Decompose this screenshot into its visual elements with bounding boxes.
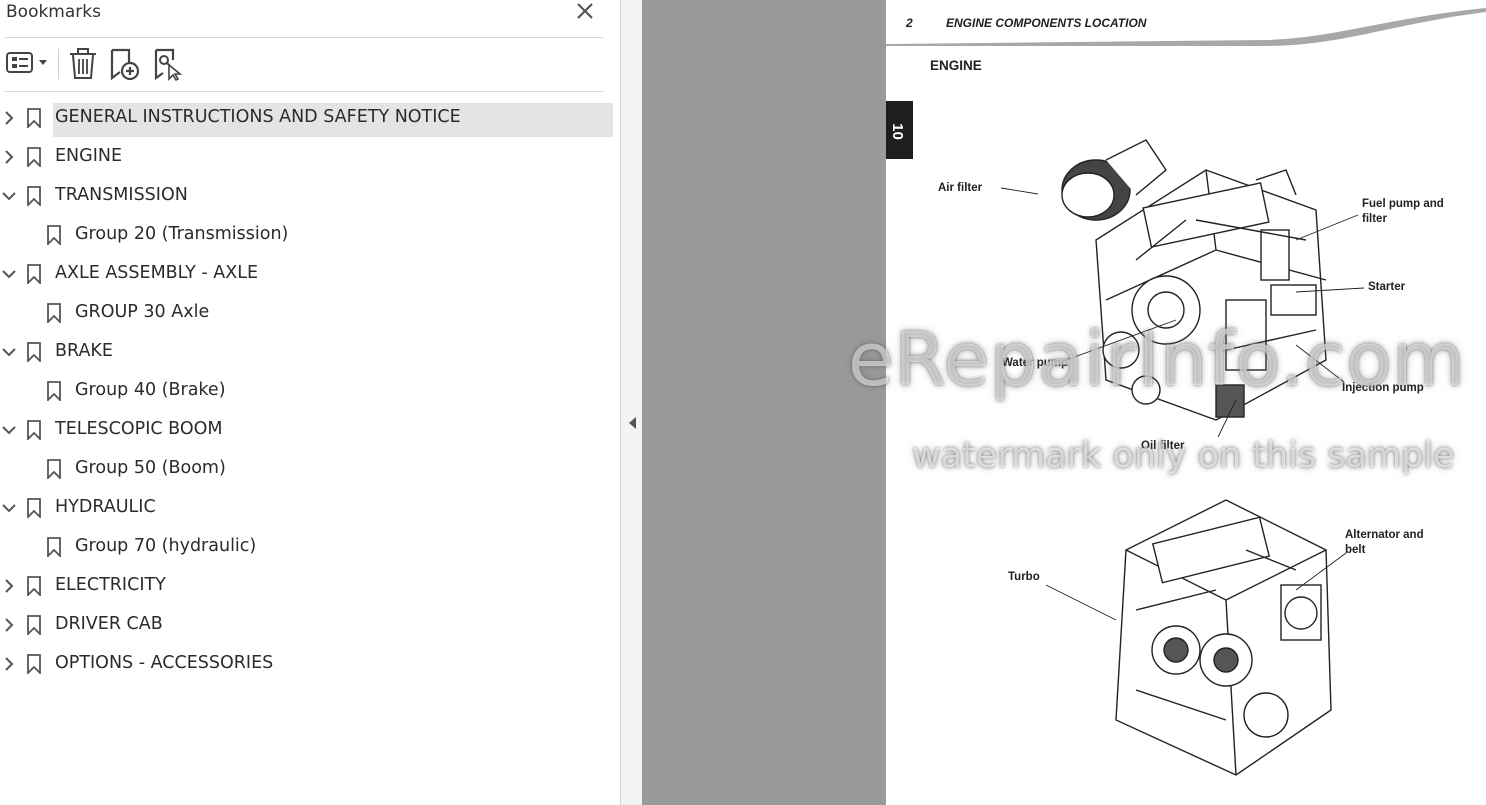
callout-turbo: Turbo: [1008, 571, 1040, 583]
bookmarks-toolbar: [0, 45, 610, 83]
collapse-panel-icon[interactable]: [627, 416, 637, 430]
bookmark-icon: [27, 342, 41, 362]
bookmark-icon: [27, 654, 41, 674]
bookmark-icon: [47, 225, 61, 245]
callout-fuel-pump-2: filter: [1362, 213, 1387, 225]
bookmark-label: DRIVER CAB: [55, 614, 163, 634]
bookmark-icon: [27, 576, 41, 596]
bookmark-item-brake[interactable]: BRAKE: [0, 332, 614, 370]
close-icon[interactable]: [572, 0, 598, 24]
section-title: ENGINE: [930, 58, 982, 73]
chevron-down-icon[interactable]: [2, 266, 16, 282]
bookmark-item-driver-cab[interactable]: DRIVER CAB: [0, 605, 614, 643]
toolbar-divider: [58, 49, 59, 79]
divider: [5, 91, 603, 92]
bookmark-icon: [27, 498, 41, 518]
callout-alternator-1: Alternator and: [1345, 529, 1424, 541]
chevron-right-icon[interactable]: [2, 656, 16, 672]
watermark-main: eRepairInfo.com: [848, 317, 1466, 403]
bookmark-label: Group 40 (Brake): [75, 380, 226, 400]
bookmark-icon: [47, 381, 61, 401]
bookmark-icon: [27, 108, 41, 128]
callout-alternator-2: belt: [1345, 544, 1366, 556]
watermark-sub: watermark only on this sample: [912, 436, 1455, 476]
bookmark-label: AXLE ASSEMBLY - AXLE: [55, 263, 259, 283]
chevron-down-icon[interactable]: [2, 188, 16, 204]
bookmark-icon: [27, 264, 41, 284]
find-current-bookmark-icon[interactable]: [150, 45, 186, 83]
bookmark-item-group-70[interactable]: Group 70 (hydraulic): [0, 527, 614, 565]
new-bookmark-icon[interactable]: [106, 45, 142, 83]
bookmark-item-telescopic-boom[interactable]: TELESCOPIC BOOM: [0, 410, 614, 448]
bookmark-item-group-40[interactable]: Group 40 (Brake): [0, 371, 614, 409]
chapter-tab: 10: [886, 101, 913, 159]
chapter-tab-number: 10: [888, 123, 906, 140]
chevron-down-icon[interactable]: [2, 344, 16, 360]
bookmark-icon: [27, 147, 41, 167]
bookmark-label: GENERAL INSTRUCTIONS AND SAFETY NOTICE: [55, 107, 461, 127]
chevron-down-icon[interactable]: [2, 500, 16, 516]
bookmark-icon: [27, 420, 41, 440]
chevron-right-icon[interactable]: [2, 578, 16, 594]
chevron-down-icon[interactable]: [2, 422, 16, 438]
bookmark-label: BRAKE: [55, 341, 113, 361]
bookmark-item-hydraulic[interactable]: HYDRAULIC: [0, 488, 614, 526]
engine-illustration-bottom: [1115, 499, 1332, 776]
callout-fuel-pump-1: Fuel pump and: [1362, 198, 1444, 210]
bookmark-label: GROUP 30 Axle: [75, 302, 210, 322]
divider: [5, 37, 603, 38]
chevron-right-icon[interactable]: [2, 149, 16, 165]
bookmark-item-options-accessories[interactable]: OPTIONS - ACCESSORIES: [0, 644, 614, 682]
bookmark-item-group-50[interactable]: Group 50 (Boom): [0, 449, 614, 487]
page-header-title: ENGINE COMPONENTS LOCATION: [946, 16, 1147, 30]
bookmark-label: TRANSMISSION: [55, 185, 188, 205]
bookmark-icon: [27, 186, 41, 206]
bookmark-label: Group 50 (Boom): [75, 458, 226, 478]
bookmark-item-electricity[interactable]: ELECTRICITY: [0, 566, 614, 604]
chevron-right-icon[interactable]: [2, 617, 16, 633]
bookmark-icon: [27, 615, 41, 635]
bookmark-item-general-instructions[interactable]: GENERAL INSTRUCTIONS AND SAFETY NOTICE: [0, 98, 614, 137]
list-options-icon[interactable]: [4, 45, 50, 83]
bookmark-item-group-30[interactable]: GROUP 30 Axle: [0, 293, 614, 331]
bookmark-label: HYDRAULIC: [55, 497, 156, 517]
bookmark-label: Group 20 (Transmission): [75, 224, 289, 244]
bookmark-icon: [47, 537, 61, 557]
bookmark-item-engine[interactable]: ENGINE: [0, 137, 614, 175]
chevron-right-icon[interactable]: [2, 110, 16, 126]
bookmark-label: TELESCOPIC BOOM: [55, 419, 223, 439]
callout-starter: Starter: [1368, 281, 1406, 293]
page-number: 2: [906, 16, 913, 30]
panel-title: Bookmarks: [6, 2, 101, 22]
bookmark-label: Group 70 (hydraulic): [75, 536, 257, 556]
bookmark-icon: [47, 459, 61, 479]
callout-air-filter: Air filter: [938, 182, 983, 194]
bookmarks-panel: Bookmarks GENERAL INSTRUCTIONS AND SAFET…: [0, 0, 621, 805]
bookmark-icon: [47, 303, 61, 323]
bookmark-item-axle-assembly[interactable]: AXLE ASSEMBLY - AXLE: [0, 254, 614, 292]
panel-splitter[interactable]: [621, 0, 642, 805]
trash-icon[interactable]: [66, 45, 100, 83]
bookmark-label: ELECTRICITY: [55, 575, 166, 595]
bookmark-label: OPTIONS - ACCESSORIES: [55, 653, 274, 673]
bookmark-label: ENGINE: [55, 146, 123, 166]
bookmark-item-transmission[interactable]: TRANSMISSION: [0, 176, 614, 214]
bookmark-item-group-20[interactable]: Group 20 (Transmission): [0, 215, 614, 253]
